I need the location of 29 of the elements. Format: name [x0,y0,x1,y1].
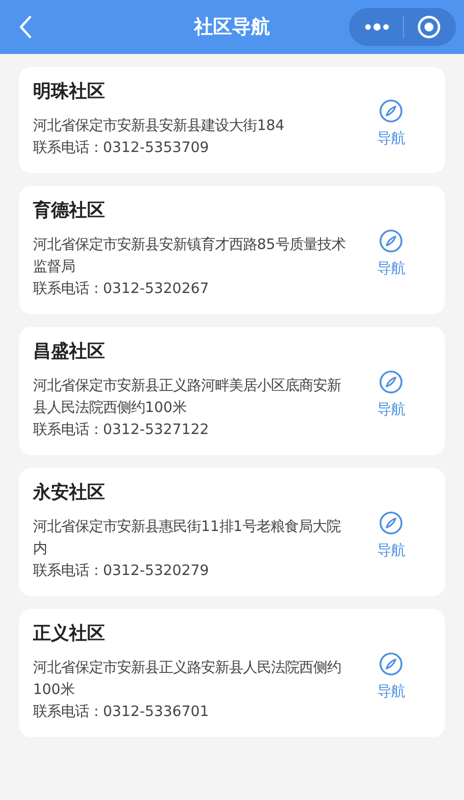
community-name: 永安社区 [33,481,106,505]
community-name: 明珠社区 [33,80,106,104]
more-icon[interactable] [364,23,390,31]
community-name: 昌盛社区 [33,340,106,364]
page-title: 社区导航 [194,15,270,40]
navigate-link[interactable]: 导航 [377,400,405,418]
address-text: 河北省保定市安新县安新镇育才西路85号质量技术监督局 [33,236,346,277]
compass-icon[interactable] [379,98,403,122]
navigate-link[interactable]: 导航 [377,128,405,148]
community-name: 育德社区 [33,199,106,223]
address-text: 河北省保定市安新县惠民街11排1号老粮食局大院内 [33,518,342,559]
navigate-link[interactable]: 导航 [377,258,405,278]
address-text: 河北省保定市安新县正义路河畔美居小区底商安新县人民法院西侧约100米 [33,376,342,418]
target-icon[interactable] [417,15,441,39]
compass-icon[interactable] [379,510,403,534]
compass-icon[interactable] [379,652,403,676]
address-text: 河北省保定市安新县安新县建设大街184 [33,116,286,136]
phone-text: 联系电话：0312-5320267 [33,280,210,299]
phone-text: 联系电话：0312-5327122 [33,421,210,440]
compass-icon[interactable] [379,370,403,394]
navigate-link[interactable]: 导航 [377,540,405,560]
navigate-link[interactable]: 导航 [377,682,405,700]
phone-text: 联系电话：0312-5336701 [33,703,210,722]
phone-text: 联系电话：0312-5320279 [33,562,210,581]
compass-icon[interactable] [379,228,403,252]
address-text: 河北省保定市安新县正义路安新县人民法院西侧约100米 [33,658,342,700]
back-icon[interactable] [18,15,32,39]
community-name: 正义社区 [33,622,106,646]
phone-text: 联系电话：0312-5353709 [33,139,210,158]
